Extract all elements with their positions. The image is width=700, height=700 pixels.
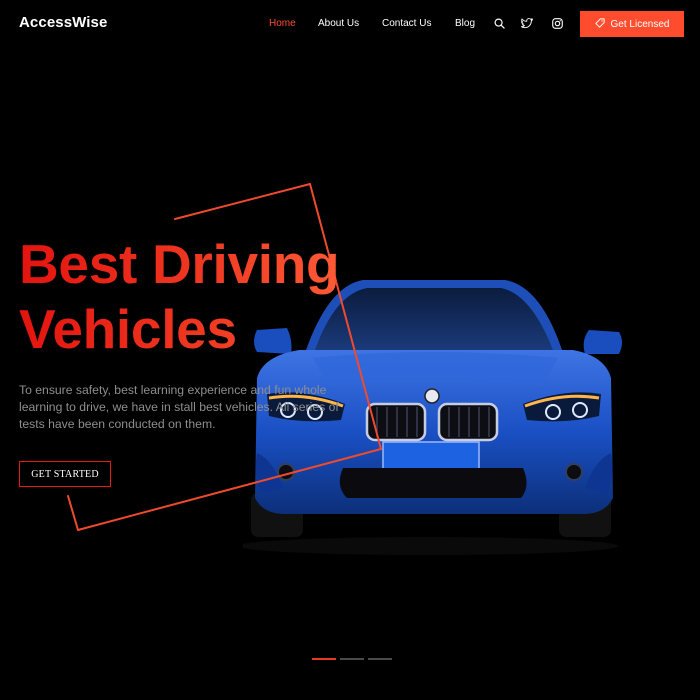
nav-about-us[interactable]: About Us [318, 18, 359, 29]
hero-title-line-1: Best Driving [19, 233, 340, 295]
nav-blog[interactable]: Blog [455, 18, 475, 29]
slide-dot-2[interactable] [340, 658, 364, 660]
nav-contact-us[interactable]: Contact Us [382, 18, 431, 29]
brand-logo[interactable]: AccessWise [19, 14, 107, 31]
slider-indicator [312, 658, 392, 660]
slide-dot-1[interactable] [312, 658, 336, 660]
get-licensed-button[interactable]: Get Licensed [580, 11, 684, 37]
instagram-icon[interactable] [550, 16, 564, 30]
site-header: AccessWise Home About Us Contact Us Blog… [0, 0, 700, 48]
slide-dot-3[interactable] [368, 658, 392, 660]
tag-icon [594, 17, 605, 31]
hero-description: To ensure safety, best learning experien… [19, 383, 339, 431]
nav-home[interactable]: Home [269, 18, 296, 29]
get-started-button[interactable]: GET STARTED [19, 461, 111, 487]
get-licensed-label: Get Licensed [610, 18, 670, 30]
hero-title-line-2: Vehicles [19, 297, 339, 362]
twitter-icon[interactable] [520, 16, 534, 30]
search-icon[interactable] [492, 16, 506, 30]
hero-title: Best Driving Vehicles [19, 232, 340, 362]
